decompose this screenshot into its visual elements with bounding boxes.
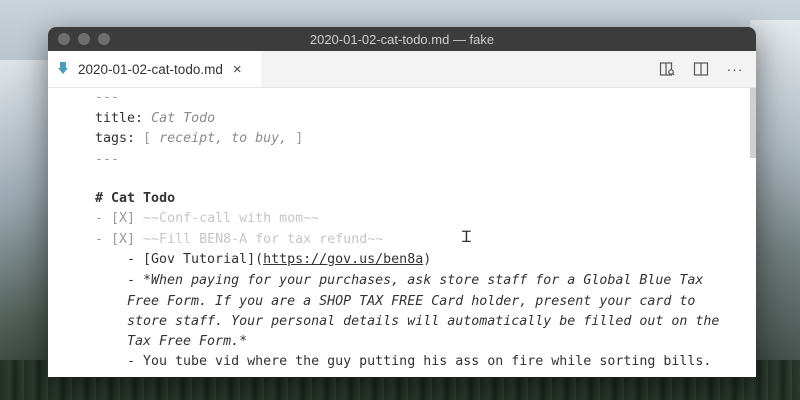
gov-tutorial-suffix: ) — [423, 252, 432, 267]
todo-1-prefix: - [X] — [95, 211, 136, 226]
tab-cat-todo[interactable]: 2020-01-02-cat-todo.md × — [48, 51, 261, 87]
markdown-arrow-icon — [58, 61, 74, 77]
tags-open-bracket: [ — [143, 131, 152, 146]
minimize-window-button[interactable] — [78, 33, 90, 45]
sub-item-tax-note-line-1: - *When paying for your purchases, ask s… — [127, 271, 703, 291]
tax-note-text-3: store staff. Your personal details will … — [127, 314, 720, 329]
tax-note-dash: - — [127, 273, 144, 288]
heading-text: Cat Todo — [111, 191, 176, 206]
frontmatter-title-line: title: Cat Todo — [95, 109, 215, 129]
tags-close-bracket: ] — [295, 131, 304, 146]
frontmatter-open: --- — [95, 90, 120, 105]
frontmatter-tags-line: tags: [ receipt, to buy, ] — [95, 129, 303, 149]
heading-mark: # — [95, 191, 104, 206]
vertical-scrollbar[interactable] — [750, 88, 756, 158]
tags-values: receipt, to buy, — [159, 131, 288, 146]
tax-note-text-4: Tax Free Form.* — [127, 334, 248, 349]
open-preview-icon[interactable] — [656, 58, 678, 80]
todo-item-1: - [X] ~~Conf-call with mom~~ — [95, 209, 319, 229]
tab-bar: 2020-01-02-cat-todo.md × ··· — [48, 51, 756, 88]
desktop-mountain-right — [750, 20, 800, 400]
sub-item-gov-tutorial: - [Gov Tutorial](https://gov.us/ben8a) — [127, 250, 431, 270]
title-bar: 2020-01-02-cat-todo.md — fake — [48, 27, 756, 51]
split-editor-icon[interactable] — [690, 58, 712, 80]
window-controls — [58, 33, 110, 45]
zoom-window-button[interactable] — [98, 33, 110, 45]
tax-note-text-1: *When paying for your purchases, ask sto… — [143, 273, 704, 288]
gov-tutorial-link[interactable]: https://gov.us/ben8a — [263, 252, 423, 267]
todo-2-text: ~~Fill BEN8-A for tax refund~~ — [143, 232, 384, 247]
editor-actions: ··· — [656, 51, 746, 87]
tax-note-text-2: Free Form. If you are a SHOP TAX FREE Ca… — [127, 294, 696, 309]
tab-label: 2020-01-02-cat-todo.md — [78, 61, 223, 77]
close-window-button[interactable] — [58, 33, 70, 45]
todo-2-prefix: - [X] — [95, 232, 136, 247]
todo-1-text: ~~Conf-call with mom~~ — [143, 211, 320, 226]
text-cursor-icon: Ɪ — [462, 227, 471, 246]
todo-item-2: - [X] ~~Fill BEN8-A for tax refund~~ — [95, 230, 383, 250]
heading-line: # Cat Todo — [95, 189, 175, 209]
tags-key: tags: — [95, 131, 136, 146]
frontmatter-close: --- — [95, 152, 120, 167]
window-title: 2020-01-02-cat-todo.md — fake — [309, 31, 495, 47]
editor-window: 2020-01-02-cat-todo.md — fake 2020-01-02… — [48, 27, 756, 377]
more-actions-icon[interactable]: ··· — [724, 58, 746, 80]
sub-item-youtube-note: - You tube vid where the guy putting his… — [127, 354, 712, 369]
close-tab-icon[interactable]: × — [233, 61, 242, 78]
title-value: Cat Todo — [151, 111, 216, 126]
title-key: title: — [95, 111, 144, 126]
text-editor[interactable]: --- title: Cat Todo tags: [ receipt, to … — [48, 88, 756, 377]
gov-tutorial-prefix: - [Gov Tutorial]( — [127, 252, 264, 267]
